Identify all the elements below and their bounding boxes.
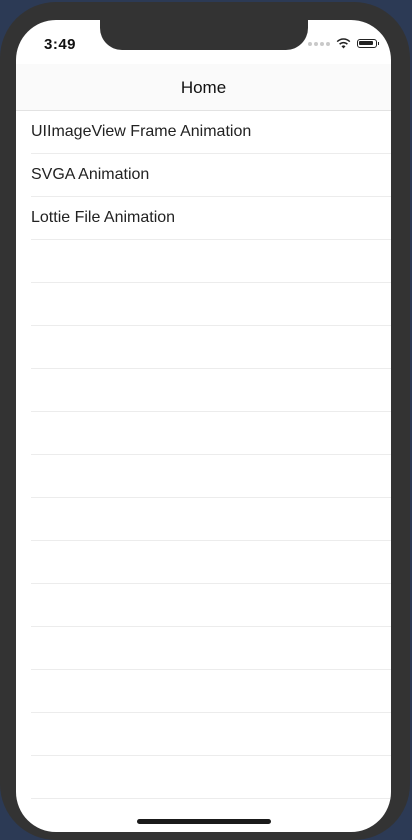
list-item-svga[interactable]: SVGA Animation <box>31 154 391 197</box>
navigation-bar: Home <box>16 64 391 111</box>
status-time: 3:49 <box>44 36 77 53</box>
app-screen: 3:49 Home UIImageView Frame Animation SV… <box>16 20 391 832</box>
home-indicator[interactable] <box>137 819 271 824</box>
empty-table-row <box>31 541 391 584</box>
empty-table-row <box>31 412 391 455</box>
list-item-label: Lottie File Animation <box>31 209 176 226</box>
list-item-uiimageview[interactable]: UIImageView Frame Animation <box>31 111 391 154</box>
animation-list: UIImageView Frame Animation SVGA Animati… <box>16 111 391 799</box>
signal-dots-icon <box>308 41 330 46</box>
empty-table-row <box>31 369 391 412</box>
empty-table-row <box>31 627 391 670</box>
empty-table-row <box>31 713 391 756</box>
list-item-lottie[interactable]: Lottie File Animation <box>31 197 391 240</box>
empty-rows <box>16 240 391 799</box>
empty-table-row <box>31 584 391 627</box>
empty-table-row <box>31 283 391 326</box>
empty-table-row <box>31 756 391 799</box>
list-item-label: UIImageView Frame Animation <box>31 123 252 140</box>
empty-table-row <box>31 670 391 713</box>
device-frame: 3:49 Home UIImageView Frame Animation SV… <box>0 2 410 840</box>
device-notch <box>100 20 308 50</box>
empty-table-row <box>31 455 391 498</box>
page-title: Home <box>180 78 227 97</box>
empty-table-row <box>31 498 391 541</box>
empty-table-row <box>31 240 391 283</box>
battery-icon <box>357 39 379 48</box>
empty-table-row <box>31 326 391 369</box>
status-icons <box>308 38 379 49</box>
wifi-icon <box>336 38 351 49</box>
list-item-label: SVGA Animation <box>31 166 150 183</box>
